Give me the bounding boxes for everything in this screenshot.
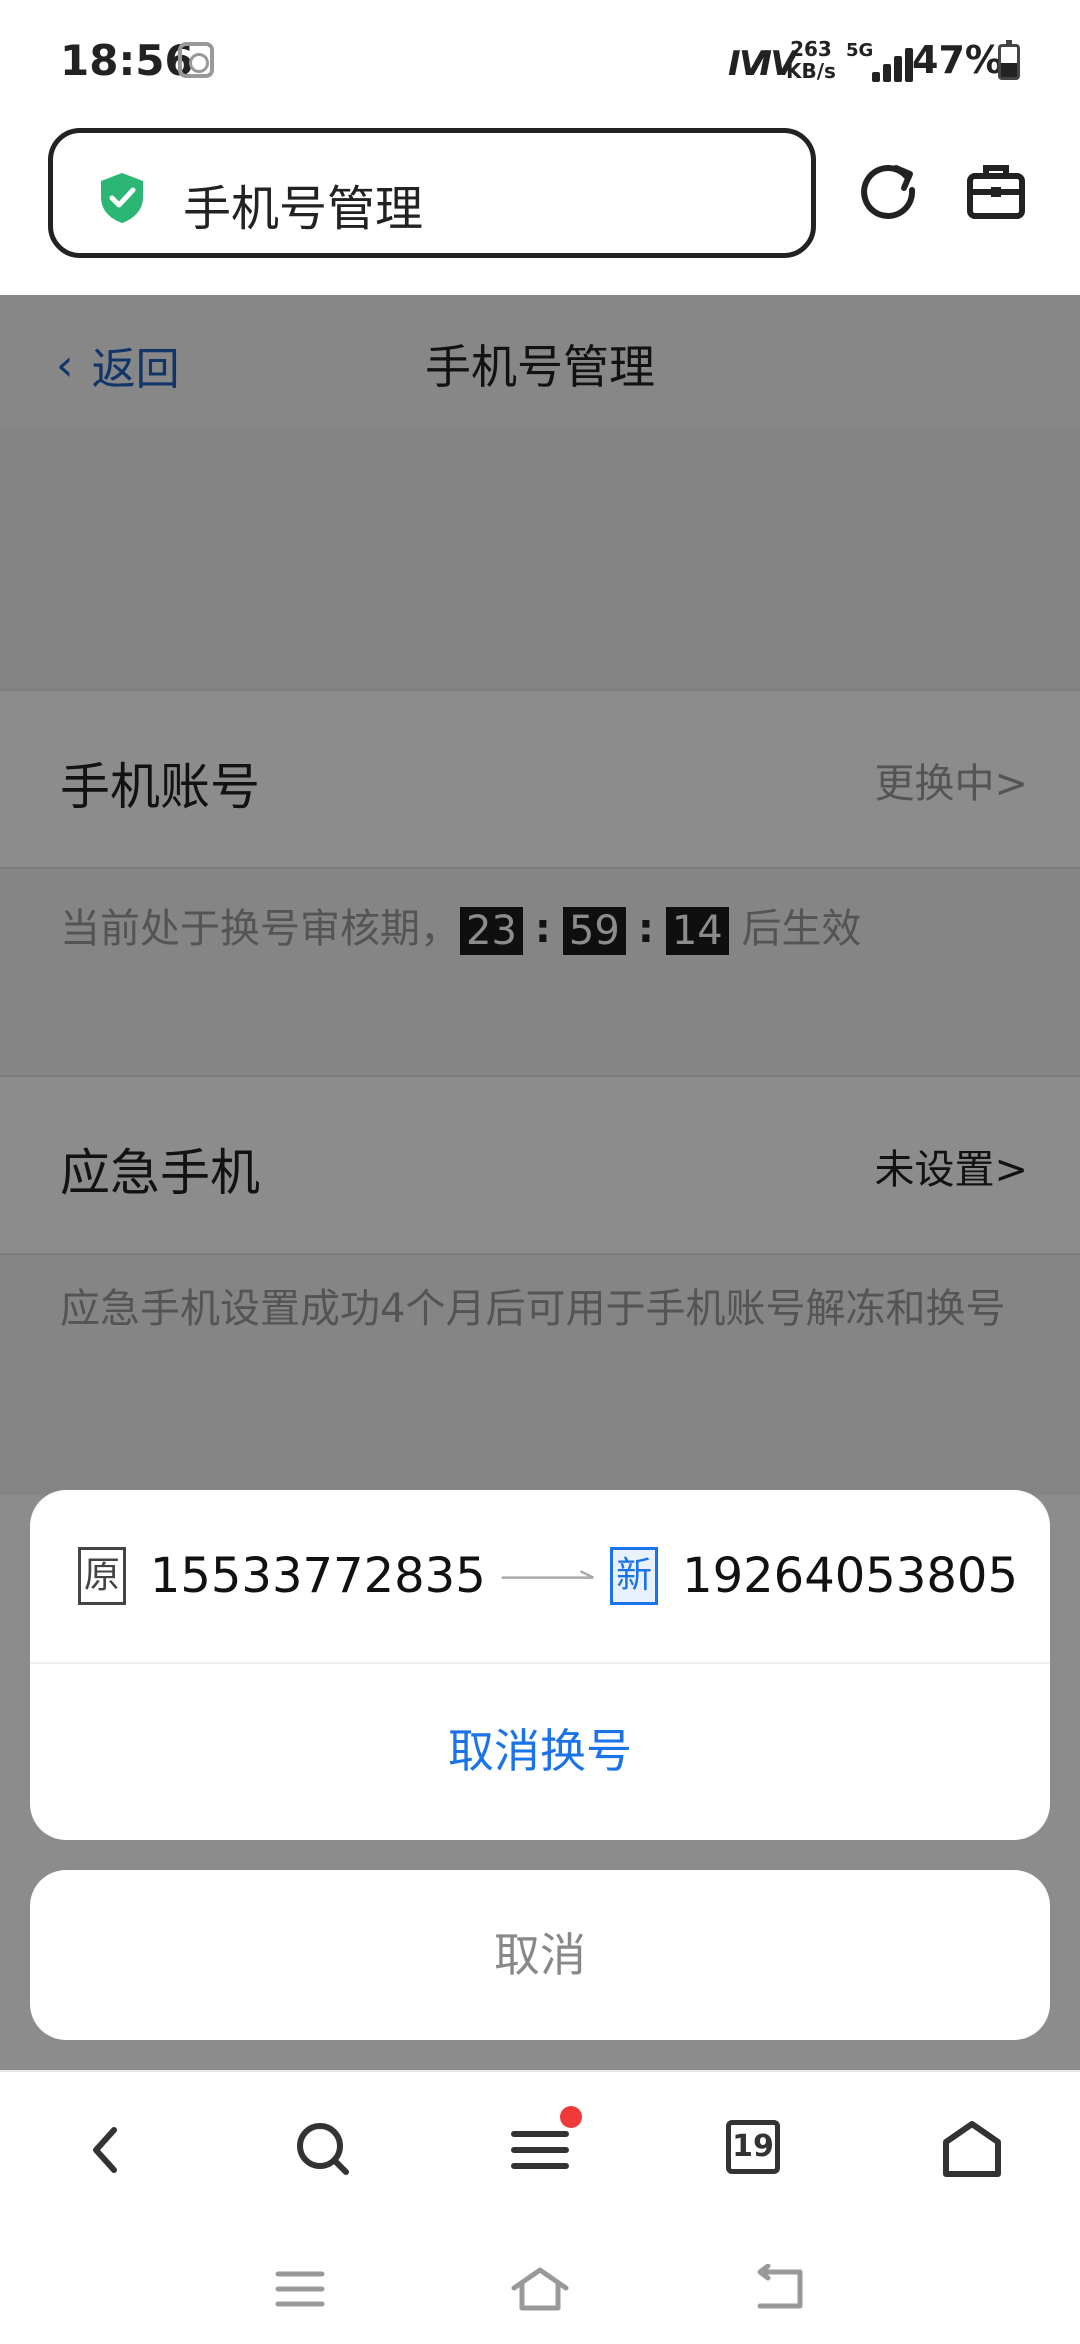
battery-icon: [998, 40, 1020, 80]
status-time: 18:56: [60, 36, 194, 85]
change-number-sheet: 原 15533772835 新 19264053805 取消换号: [30, 1490, 1050, 1840]
original-number: 15533772835: [149, 1548, 486, 1604]
original-tag: 原: [78, 1547, 126, 1605]
tabs-button[interactable]: 19: [720, 2114, 792, 2186]
battery-percent: 47%: [912, 38, 1003, 82]
search-icon[interactable]: [288, 2114, 360, 2186]
notification-dot: [560, 2106, 582, 2128]
recent-apps-icon[interactable]: [270, 2264, 330, 2314]
system-navigation-bar: [0, 2224, 1080, 2344]
toolbox-icon[interactable]: [964, 158, 1028, 222]
network-speed: 263 KB/s: [786, 38, 836, 82]
browser-toolbar: 19: [0, 2070, 1080, 2224]
status-bar: 18:56 ⅣⅣ 263 KB/s 5G 47%: [0, 0, 1080, 120]
arrow-right-icon: [501, 1570, 594, 1579]
settings-notification-icon: [178, 42, 214, 78]
security-shield-icon: [101, 173, 143, 223]
home-icon[interactable]: [936, 2114, 1008, 2186]
address-bar[interactable]: 手机号管理: [48, 128, 816, 258]
network-type: 5G: [846, 40, 874, 61]
address-title: 手机号管理: [183, 181, 424, 237]
nfc-icon: ⅣⅣ: [728, 44, 797, 84]
new-tag: 新: [610, 1547, 659, 1605]
network-speed-value: 263: [790, 37, 832, 61]
home-nav-icon[interactable]: [510, 2264, 570, 2314]
tabs-count: 19: [726, 2120, 780, 2174]
back-arrow-icon[interactable]: [72, 2114, 144, 2186]
number-change-summary: 原 15533772835 新 19264053805: [78, 1490, 1018, 1662]
network-speed-unit: KB/s: [786, 59, 836, 83]
back-nav-icon[interactable]: [750, 2264, 810, 2314]
new-number: 19264053805: [682, 1548, 1018, 1604]
reload-icon[interactable]: [856, 158, 920, 222]
browser-bar: 手机号管理: [0, 120, 1080, 295]
cancel-number-change-button[interactable]: 取消换号: [30, 1662, 1050, 1840]
cancel-button[interactable]: 取消: [30, 1870, 1050, 2040]
menu-button[interactable]: [504, 2106, 582, 2186]
